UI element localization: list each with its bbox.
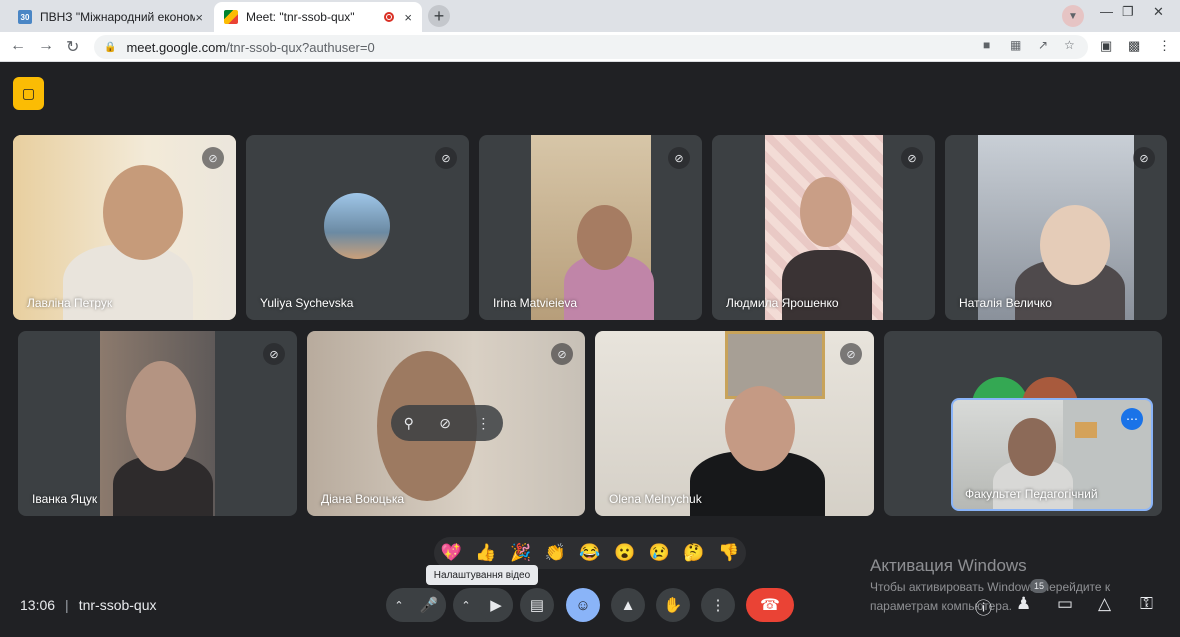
participant-name: Іванка Яцук <box>32 492 98 506</box>
reaction-surprised[interactable]: 😮 <box>614 543 635 563</box>
video-settings-chevron-icon[interactable]: ⌃ <box>453 599 479 612</box>
window-close-icon[interactable]: ✕ <box>1153 4 1164 20</box>
reaction-thumbs-up[interactable]: 👍 <box>475 543 496 563</box>
mute-participant-icon[interactable]: ⊘ <box>439 415 451 432</box>
self-view-tile[interactable]: ⋯ Факультет Педагогічний <box>951 398 1153 511</box>
address-bar[interactable]: 🔒 meet.google.com /tnr-ssob-qux?authuser… <box>94 35 1088 59</box>
participant-tile[interactable]: ⊘ Yuliya Sychevska <box>246 135 469 320</box>
browser-toolbar: ← → ↻ 🔒 meet.google.com /tnr-ssob-qux?au… <box>0 32 1180 62</box>
browser-tab-bar: 30 ПВНЗ "Міжнародний економіко × Meet: "… <box>0 0 1180 32</box>
microphone-icon[interactable]: 🎤 <box>412 588 446 622</box>
microphone-control: ⌃ 🎤 <box>386 588 446 622</box>
self-view-menu-icon[interactable]: ⋯ <box>1121 408 1143 430</box>
mic-off-icon: ⊘ <box>1133 147 1155 169</box>
camera-control: ⌃ ▶ <box>453 588 513 622</box>
mic-off-icon: ⊘ <box>840 343 862 365</box>
participant-tile[interactable]: ⊘ Irina Matvieieva <box>479 135 702 320</box>
participant-name: Лавліна Петрук <box>27 296 113 310</box>
reload-icon[interactable]: ↻ <box>66 37 79 57</box>
browser-menu-icon[interactable]: ⋮ <box>1158 38 1171 54</box>
reaction-clap[interactable]: 👏 <box>545 543 566 563</box>
present-screen-icon[interactable]: ▲ <box>611 588 645 622</box>
participants-count-badge: 15 <box>1030 579 1048 593</box>
extension-icon[interactable]: ▩ <box>1128 38 1140 54</box>
meeting-details-icon[interactable]: ⓘ <box>975 594 992 619</box>
more-options-icon[interactable]: ⋮ <box>701 588 735 622</box>
tab-close-icon[interactable]: × <box>195 10 203 25</box>
emoji-reactions-icon[interactable]: ☺ <box>566 588 600 622</box>
participant-name: Наталія Величко <box>959 296 1052 310</box>
share-icon[interactable]: ↗ <box>1038 38 1048 52</box>
end-call-icon[interactable]: ☎ <box>746 588 794 622</box>
chat-icon[interactable]: ▭ <box>1057 594 1073 614</box>
tab-title: Meet: "tnr-ssob-qux" <box>246 10 355 24</box>
wall-picture <box>725 331 825 399</box>
tab-close-icon[interactable]: × <box>404 10 412 25</box>
participant-tile[interactable]: ⊘ Olena Melnychuk <box>595 331 874 516</box>
tile-hover-controls: ⚲ ⊘ ⋮ <box>391 405 503 441</box>
tab-meet[interactable]: Meet: "tnr-ssob-qux" × <box>214 2 422 32</box>
mic-off-icon: ⊘ <box>901 147 923 169</box>
captions-icon[interactable]: ▤ <box>520 588 554 622</box>
participant-name: Діана Воюцька <box>321 492 405 506</box>
host-controls-icon[interactable]: ⚿ <box>1140 594 1153 614</box>
camera-off-alert-icon[interactable]: ▢ <box>13 77 44 110</box>
meeting-time: 13:06 <box>20 597 56 613</box>
people-icon[interactable]: ♟ <box>1016 594 1031 614</box>
url-host: meet.google.com <box>126 39 227 55</box>
pin-icon[interactable]: ⚲ <box>404 415 414 432</box>
forward-icon[interactable]: → <box>38 37 54 55</box>
mic-off-icon: ⊘ <box>435 147 457 169</box>
bookmark-star-icon[interactable]: ☆ <box>1064 38 1075 52</box>
participant-tile[interactable]: ⊘ Іванка Яцук <box>18 331 297 516</box>
participant-name: Yuliya Sychevska <box>260 296 354 310</box>
tab-search-icon[interactable]: ▼ <box>1062 5 1084 27</box>
participant-tile[interactable]: ⊘ Лавліна Петрук <box>13 135 236 320</box>
meet-favicon-icon <box>224 10 238 24</box>
activities-icon[interactable]: △ <box>1098 594 1111 614</box>
avatar <box>324 193 390 259</box>
new-tab-button[interactable]: + <box>428 5 450 27</box>
tab-university[interactable]: 30 ПВНЗ "Міжнародний економіко × <box>8 2 213 32</box>
watermark-title: Активация Windows <box>870 556 1027 575</box>
separator: | <box>65 597 69 613</box>
url-path: /tnr-ssob-qux?authuser=0 <box>226 39 375 55</box>
translate-icon[interactable]: ▦ <box>1010 38 1021 52</box>
camera-icon[interactable]: ▶ <box>479 588 513 622</box>
meeting-code: tnr-ssob-qux <box>78 597 157 613</box>
raise-hand-icon[interactable]: ✋ <box>656 588 690 622</box>
participant-tile[interactable]: ⊘ Людмила Ярошенко <box>712 135 935 320</box>
reaction-heart[interactable]: 💖 <box>441 543 462 563</box>
reaction-sad[interactable]: 😢 <box>649 543 670 563</box>
video-settings-tooltip: Налаштування відео <box>426 565 538 585</box>
mic-off-icon: ⊘ <box>668 147 690 169</box>
self-view-name: Факультет Педагогічний <box>965 487 1098 501</box>
mic-off-icon: ⊘ <box>263 343 285 365</box>
participant-name: Irina Matvieieva <box>493 296 578 310</box>
reaction-thinking[interactable]: 🤔 <box>683 543 704 563</box>
reaction-laugh[interactable]: 😂 <box>579 543 600 563</box>
participant-name: Olena Melnychuk <box>609 492 702 506</box>
minimize-icon[interactable]: — <box>1100 4 1113 19</box>
restore-icon[interactable]: ❐ <box>1122 4 1134 20</box>
side-panel-icon[interactable]: ▣ <box>1100 38 1112 54</box>
recording-indicator-icon <box>384 12 395 22</box>
tile-more-options-icon[interactable]: ⋮ <box>476 415 490 432</box>
watermark-line: Чтобы активировать Windows, перейдите к <box>870 580 1111 594</box>
camera-in-use-icon[interactable]: ■ <box>983 38 990 52</box>
mic-off-icon: ⊘ <box>202 147 224 169</box>
participant-tile[interactable]: ⊘ Наталія Величко <box>945 135 1167 320</box>
mic-off-icon: ⊘ <box>551 343 573 365</box>
reaction-party[interactable]: 🎉 <box>510 543 531 563</box>
tab-favicon-icon: 30 <box>18 10 32 24</box>
participant-name: Людмила Ярошенко <box>726 296 839 310</box>
reaction-thumbs-down[interactable]: 👎 <box>718 543 739 563</box>
back-icon[interactable]: ← <box>10 37 26 55</box>
meeting-info: 13:06 | tnr-ssob-qux <box>20 597 157 613</box>
tab-title: ПВНЗ "Міжнародний економіко <box>40 10 196 24</box>
participant-tile[interactable]: ⚲ ⊘ ⋮ ⊘ Діана Воюцька <box>307 331 585 516</box>
lock-icon: 🔒 <box>104 41 117 53</box>
audio-settings-chevron-icon[interactable]: ⌃ <box>386 599 412 612</box>
